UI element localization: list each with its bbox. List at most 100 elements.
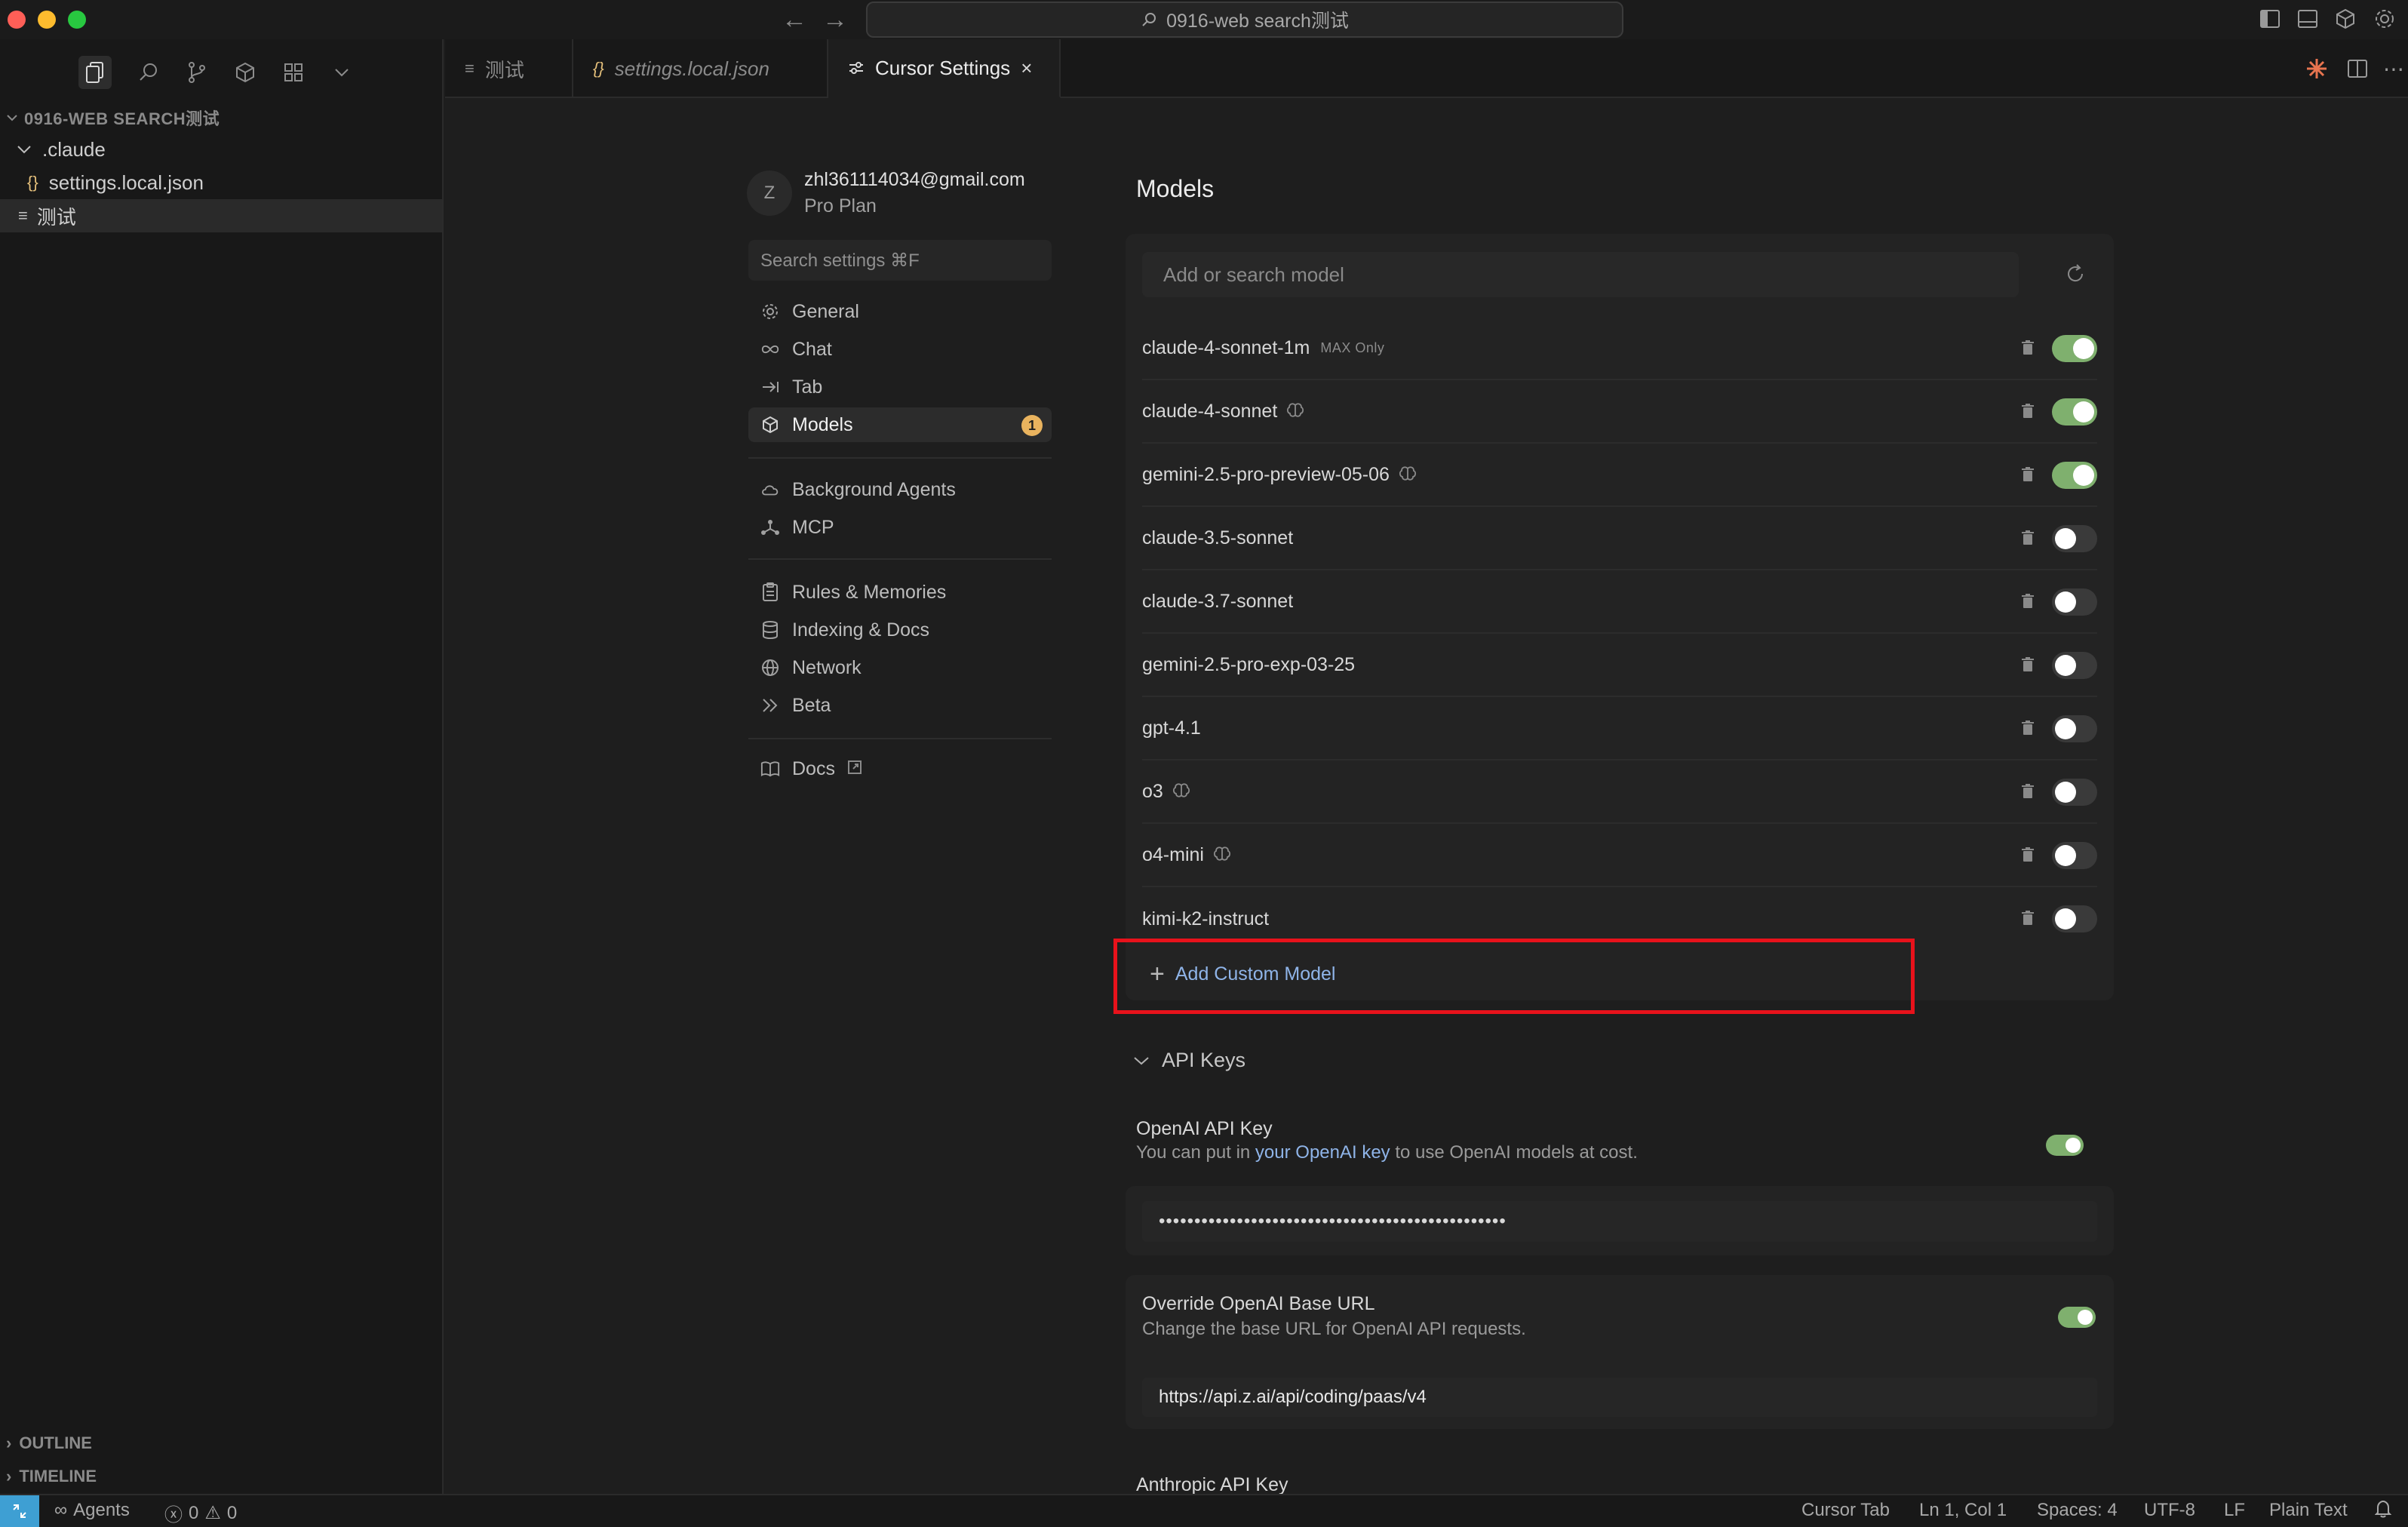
- thinking-brain-icon: [1399, 465, 1417, 484]
- infinity-icon: ∞: [54, 1500, 68, 1520]
- model-enable-toggle[interactable]: [2052, 652, 2097, 679]
- trash-icon[interactable]: [2020, 656, 2037, 674]
- book-icon: [760, 759, 780, 779]
- outline-label: OUTLINE: [19, 1433, 92, 1452]
- settings-search-input[interactable]: Search settings ⌘F: [748, 240, 1052, 281]
- nav-label: Background Agents: [792, 478, 956, 500]
- explorer-files-icon[interactable]: [78, 56, 112, 89]
- cube-icon[interactable]: [2334, 8, 2357, 30]
- remote-icon: [13, 1504, 26, 1518]
- tree-folder-claude[interactable]: .claude: [0, 133, 442, 166]
- account-email: zhl361114034@gmail.com: [804, 169, 1025, 190]
- openai-key-link[interactable]: your OpenAI key: [1255, 1142, 1390, 1163]
- tab-label: 测试: [484, 58, 524, 81]
- trash-icon[interactable]: [2020, 783, 2037, 801]
- model-search-input[interactable]: Add or search model: [1142, 252, 2019, 297]
- sidebar-view-switcher: [0, 39, 444, 106]
- chevron-right-icon: ›: [6, 1433, 12, 1452]
- minimize-window-button[interactable]: [38, 11, 56, 29]
- maximize-window-button[interactable]: [68, 11, 86, 29]
- outline-section[interactable]: › OUTLINE: [6, 1433, 92, 1453]
- nav-general[interactable]: General: [748, 294, 1052, 329]
- extensions-icon[interactable]: [282, 61, 305, 84]
- model-enable-toggle[interactable]: [2052, 462, 2097, 489]
- toggle-panel-icon[interactable]: [2296, 8, 2319, 30]
- problems-status[interactable]: ⓧ 0 ⚠ 0: [164, 1500, 237, 1526]
- chevron-down-icon[interactable]: [330, 61, 353, 84]
- model-enable-toggle[interactable]: [2052, 335, 2097, 362]
- model-enable-toggle[interactable]: [2052, 715, 2097, 742]
- trash-icon[interactable]: [2020, 720, 2037, 738]
- nav-label: Tab: [792, 376, 823, 398]
- trash-icon[interactable]: [2020, 593, 2037, 611]
- nav-background-agents[interactable]: Background Agents: [748, 472, 1052, 507]
- source-control-icon[interactable]: [186, 61, 208, 84]
- trash-icon[interactable]: [2020, 340, 2037, 358]
- close-icon[interactable]: ×: [1021, 57, 1032, 80]
- models-heading: Models: [1136, 175, 1215, 202]
- tree-file-test[interactable]: ≡ 测试: [0, 199, 442, 232]
- toggle-sidebar-icon[interactable]: [2259, 8, 2281, 30]
- account-plan: Pro Plan: [804, 195, 877, 217]
- override-url-toggle[interactable]: [2058, 1307, 2096, 1328]
- model-enable-toggle[interactable]: [2052, 525, 2097, 552]
- more-actions-icon[interactable]: ⋯: [2382, 57, 2405, 81]
- tab-settings-json[interactable]: {} settings.local.json: [573, 39, 828, 98]
- nav-beta[interactable]: Beta: [748, 688, 1052, 723]
- trash-icon[interactable]: [2020, 530, 2037, 548]
- model-enable-toggle[interactable]: [2052, 588, 2097, 616]
- models-card: Add or search model claude-4-sonnet-1m MA…: [1126, 234, 2114, 1000]
- nav-indexing-docs[interactable]: Indexing & Docs: [748, 613, 1052, 647]
- command-center-search[interactable]: 0916-web search测试: [866, 2, 1623, 38]
- forward-arrow-icon[interactable]: →: [822, 6, 848, 33]
- cursor-position[interactable]: Ln 1, Col 1: [1919, 1500, 2007, 1521]
- openai-key-toggle[interactable]: [2046, 1135, 2084, 1156]
- agents-status[interactable]: ∞ Agents: [54, 1500, 130, 1521]
- cursor-sparkle-icon[interactable]: [2305, 57, 2328, 80]
- indentation[interactable]: Spaces: 4: [2037, 1500, 2118, 1521]
- openai-key-input[interactable]: ••••••••••••••••••••••••••••••••••••••••…: [1142, 1201, 2097, 1242]
- nav-mcp[interactable]: MCP: [748, 510, 1052, 545]
- trash-icon[interactable]: [2020, 846, 2037, 865]
- timeline-label: TIMELINE: [19, 1467, 97, 1486]
- search-icon[interactable]: [137, 61, 160, 84]
- model-enable-toggle[interactable]: [2052, 779, 2097, 806]
- settings-gear-icon[interactable]: [2373, 8, 2396, 30]
- remote-indicator[interactable]: [0, 1495, 39, 1527]
- account-summary: Z zhl361114034@gmail.com Pro Plan: [747, 169, 1025, 217]
- nav-models[interactable]: Models 1: [748, 407, 1052, 442]
- language-mode[interactable]: Plain Text: [2269, 1500, 2348, 1521]
- model-enable-toggle[interactable]: [2052, 905, 2097, 932]
- close-window-button[interactable]: [8, 11, 26, 29]
- model-enable-toggle[interactable]: [2052, 398, 2097, 426]
- database-icon: [760, 620, 780, 640]
- search-icon: [1142, 13, 1156, 26]
- nav-label: Beta: [792, 694, 831, 716]
- trash-icon[interactable]: [2020, 910, 2037, 928]
- tab-cursor-settings[interactable]: Cursor Settings ×: [828, 39, 1061, 98]
- cube-extension-icon[interactable]: [234, 61, 256, 84]
- nav-network[interactable]: Network: [748, 650, 1052, 685]
- tab-test[interactable]: ≡ 测试: [445, 39, 573, 98]
- nav-rules-memories[interactable]: Rules & Memories: [748, 575, 1052, 610]
- api-keys-section-toggle[interactable]: API Keys: [1133, 1049, 1245, 1072]
- back-arrow-icon[interactable]: ←: [782, 6, 807, 33]
- model-enable-toggle[interactable]: [2052, 842, 2097, 869]
- tree-file-settings-json[interactable]: {} settings.local.json: [0, 166, 442, 199]
- cursor-tab-status[interactable]: Cursor Tab: [1801, 1500, 1890, 1521]
- nav-chat[interactable]: Chat: [748, 332, 1052, 367]
- anthropic-key-title: Anthropic API Key: [1136, 1474, 1288, 1495]
- thinking-brain-icon: [1286, 402, 1304, 420]
- bell-icon[interactable]: [2375, 1500, 2391, 1518]
- line-ending[interactable]: LF: [2224, 1500, 2245, 1521]
- nav-tab[interactable]: Tab: [748, 370, 1052, 404]
- encoding[interactable]: UTF-8: [2144, 1500, 2195, 1521]
- refresh-icon[interactable]: [2064, 263, 2088, 287]
- nav-docs[interactable]: Docs: [748, 751, 1052, 786]
- explorer-root-folder[interactable]: 0916-WEB SEARCH测试: [6, 106, 220, 130]
- split-editor-icon[interactable]: [2346, 57, 2369, 80]
- trash-icon[interactable]: [2020, 466, 2037, 484]
- timeline-section[interactable]: › TIMELINE: [6, 1467, 97, 1486]
- base-url-input[interactable]: https://api.z.ai/api/coding/paas/v4: [1142, 1378, 2097, 1417]
- trash-icon[interactable]: [2020, 403, 2037, 421]
